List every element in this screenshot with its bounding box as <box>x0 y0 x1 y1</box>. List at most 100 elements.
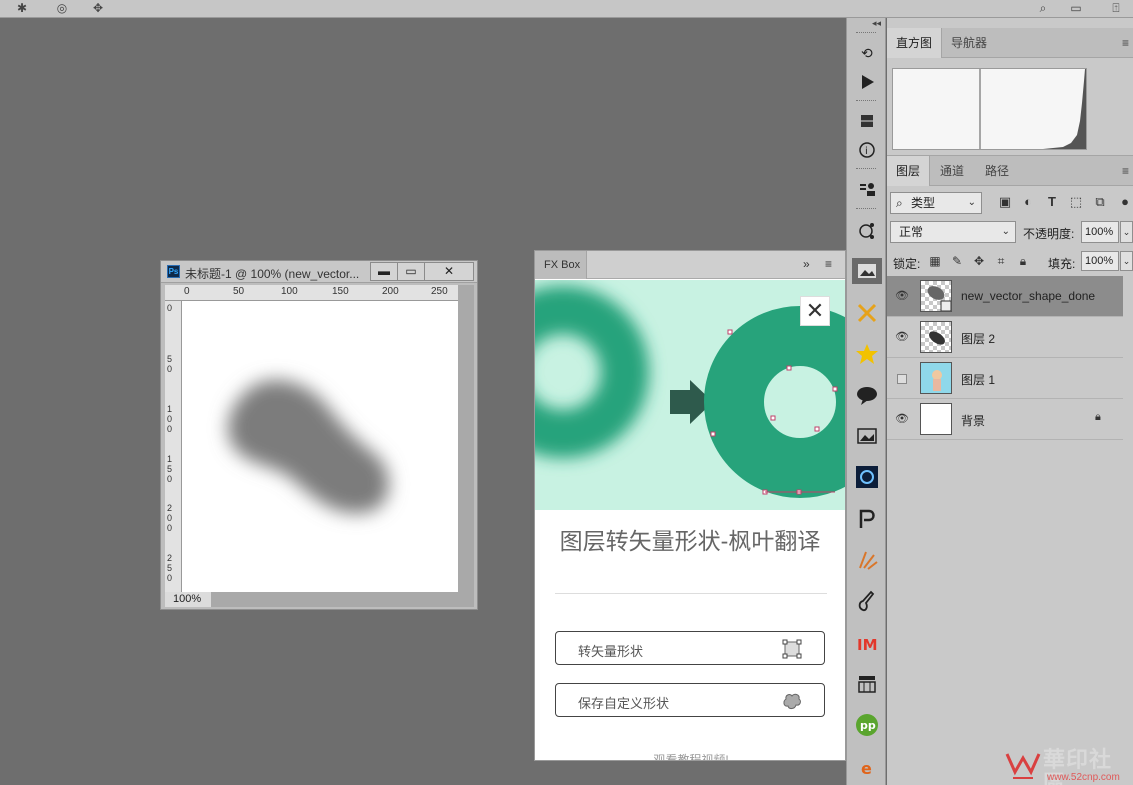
image-frame-icon[interactable] <box>852 423 882 449</box>
play-icon[interactable] <box>852 69 882 95</box>
hidden-visibility-box[interactable] <box>897 374 907 384</box>
blurred-blob-shape <box>227 379 389 514</box>
collapse-icon[interactable]: » <box>803 257 810 271</box>
lock-artboard-icon[interactable]: ⌗ <box>993 253 1009 269</box>
layer-thumbnail <box>920 403 952 435</box>
gear-icon[interactable]: ✱ <box>14 1 30 15</box>
zoom-level[interactable]: 100% <box>165 592 211 607</box>
grip[interactable] <box>856 100 876 102</box>
ruler-tick-label: 200 <box>382 286 399 297</box>
tab-paths[interactable]: 路径 <box>976 156 1018 186</box>
lock-position-icon[interactable]: ✥ <box>971 253 987 269</box>
fx-box-tab[interactable]: FX Box <box>535 251 587 279</box>
convert-to-shape-button[interactable]: 转矢量形状 <box>555 631 825 665</box>
lock-pixels-icon[interactable]: ✎ <box>949 253 965 269</box>
panel-menu-icon[interactable]: ≡ <box>825 257 832 271</box>
document-canvas[interactable] <box>182 301 458 592</box>
fx-box-tab-bar: FX Box » ≡ <box>535 251 845 279</box>
fill-input[interactable]: 100% <box>1081 251 1119 271</box>
eye-icon[interactable]: 👁︎ <box>894 288 910 304</box>
pixel-filter-icon[interactable]: ▣ <box>997 194 1013 210</box>
tutorial-link[interactable]: 观看教程视频! <box>535 751 845 760</box>
ruler-tick-label: 0 <box>167 303 173 313</box>
svg-text:pp: pp <box>860 719 876 732</box>
circle-plugin-icon[interactable] <box>852 464 882 490</box>
grip[interactable] <box>856 168 876 170</box>
p-logo-icon[interactable] <box>852 506 882 532</box>
clone-source-icon[interactable] <box>852 176 882 202</box>
divider <box>555 593 827 594</box>
minimize-button[interactable]: ▬ <box>370 262 398 281</box>
blend-mode-select[interactable]: 正常 ⌄ <box>890 221 1016 243</box>
3d-box-icon[interactable] <box>852 108 882 134</box>
layer-row[interactable]: 👁︎ 背景 🔒︎ <box>887 399 1123 440</box>
collapse-panels-icon[interactable]: ◂◂ <box>847 18 885 28</box>
guitar-icon[interactable] <box>852 588 882 614</box>
tab-channels[interactable]: 通道 <box>931 156 973 186</box>
e-logo-icon[interactable]: e <box>852 754 882 780</box>
search-icon[interactable]: ⌕ <box>1035 1 1051 15</box>
layer-row[interactable]: 图层 1 <box>887 358 1123 399</box>
button-label: 转矢量形状 <box>578 644 644 659</box>
vertical-scrollbar[interactable] <box>458 285 474 592</box>
star-icon[interactable] <box>852 341 882 367</box>
adjustment-filter-icon[interactable]: ◐ <box>1020 194 1036 210</box>
right-panel-dock: 直方图 导航器 ≡ 图层 通道 路径 ≡ ⌕ 类型 ⌄ ▣ ◐ T ⬚ ⧉ ● … <box>887 18 1133 785</box>
tab-navigator[interactable]: 导航器 <box>942 28 996 58</box>
close-button[interactable]: ✕ <box>424 262 474 281</box>
shape-filter-icon[interactable]: ⬚ <box>1068 194 1084 210</box>
ruler-tick-label: 100 <box>281 286 298 297</box>
ruler-tick-label: 150 <box>167 454 173 484</box>
save-custom-shape-button[interactable]: 保存自定义形状 <box>555 683 825 717</box>
speech-bubble-icon[interactable] <box>852 382 882 408</box>
layer-name: 图层 1 <box>961 373 996 387</box>
fx-title: 图层转矢量形状-枫叶翻译 <box>559 528 821 554</box>
lock-transparency-icon[interactable]: ▦ <box>927 253 943 269</box>
smart-object-filter-icon[interactable]: ⧉ <box>1092 194 1108 210</box>
tab-histogram[interactable]: 直方图 <box>887 28 943 58</box>
svg-text:IM: IM <box>857 636 878 654</box>
im-logo-icon[interactable]: IM <box>852 630 882 656</box>
vertical-ruler[interactable]: 0 50 100 150 200 250 <box>165 301 182 592</box>
watermark-logo-icon <box>1005 753 1041 779</box>
restore-button[interactable]: ▭ <box>397 262 425 281</box>
target-icon[interactable]: ◎ <box>54 1 70 15</box>
ruler-tick-label: 100 <box>167 404 173 434</box>
document-title-bar[interactable]: Ps 未标题-1 @ 100% (new_vector... ▬ ▭ ✕ <box>161 261 477 283</box>
opacity-input[interactable]: 100% <box>1081 221 1119 243</box>
ruler-tick-label: 250 <box>431 286 448 297</box>
eye-icon[interactable]: 👁︎ <box>894 329 910 345</box>
layer-filter-row: ⌕ 类型 ⌄ ▣ ◐ T ⬚ ⧉ ● <box>887 186 1133 216</box>
crossed-tools-icon[interactable] <box>852 300 882 326</box>
type-filter-icon[interactable]: T <box>1044 194 1060 210</box>
brush-burst-icon[interactable] <box>852 547 882 573</box>
pp-logo-icon[interactable]: pp <box>852 712 882 738</box>
layer-filter-select[interactable]: ⌕ 类型 ⌄ <box>890 192 982 214</box>
fill-dropdown-icon[interactable]: ⌄ <box>1120 251 1133 271</box>
panel-menu-icon[interactable]: ≡ <box>1122 164 1129 178</box>
shop-icon[interactable] <box>852 671 882 697</box>
adjustment-icon[interactable] <box>852 218 882 244</box>
eye-icon[interactable]: 👁︎ <box>894 411 910 427</box>
history-icon[interactable]: ⟲ <box>852 40 882 66</box>
blend-row: 正常 ⌄ 不透明度: 100% ⌄ <box>887 218 1133 246</box>
info-icon[interactable]: i <box>852 137 882 163</box>
histogram-graph <box>892 68 1087 150</box>
filter-toggle-icon[interactable]: ● <box>1117 194 1133 210</box>
workspace-icon[interactable]: ▭ <box>1068 1 1084 15</box>
layer-row[interactable]: 👁︎ new_vector_shape_done <box>887 276 1123 317</box>
lock-all-icon[interactable]: 🔒︎ <box>1015 253 1031 269</box>
opacity-dropdown-icon[interactable]: ⌄ <box>1120 221 1133 243</box>
grip[interactable] <box>856 32 876 34</box>
panel-menu-icon[interactable]: ≡ <box>1122 36 1129 50</box>
butterfly-icon[interactable]: ✥ <box>90 1 106 15</box>
image-layer-icon[interactable] <box>852 258 882 284</box>
grip[interactable] <box>856 208 876 210</box>
share-icon[interactable]: ⍐ <box>1108 1 1124 15</box>
fx-close-button[interactable]: ✕ <box>800 296 830 326</box>
horizontal-ruler[interactable]: 0 50 100 150 200 250 <box>165 285 460 301</box>
ruler-tick-label: 200 <box>167 503 173 533</box>
layer-row[interactable]: 👁︎ 图层 2 <box>887 317 1123 358</box>
layer-name: 图层 2 <box>961 332 996 346</box>
tab-layers[interactable]: 图层 <box>887 156 931 186</box>
